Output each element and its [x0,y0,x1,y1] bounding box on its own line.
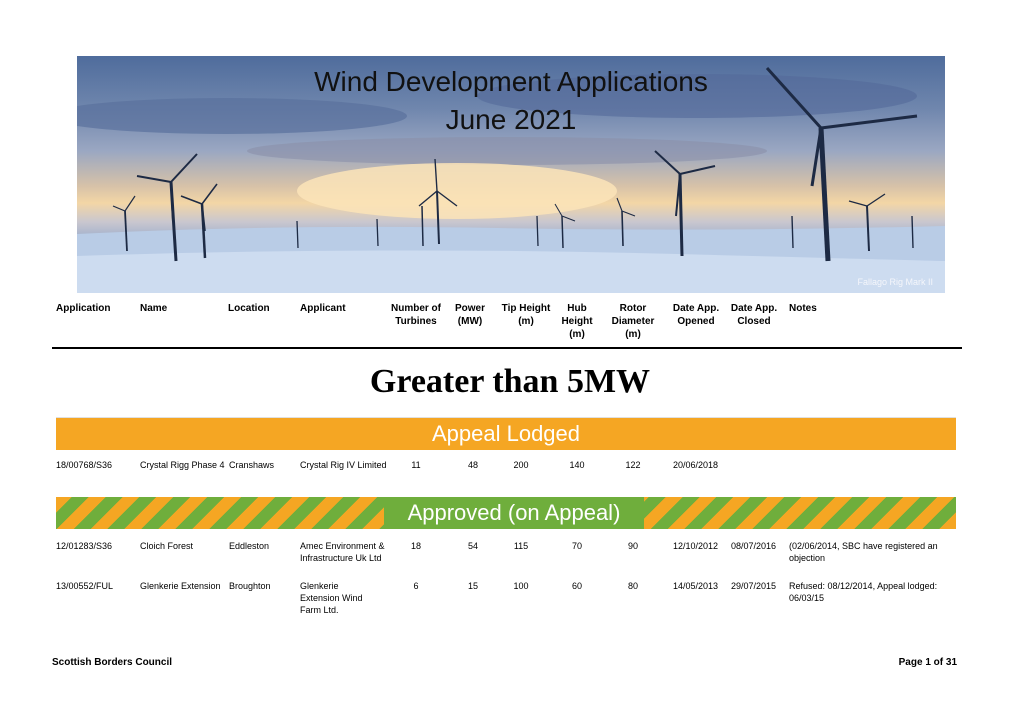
cell-location: Broughton [229,581,271,591]
cell-power: 54 [467,541,478,551]
footer-page-number: Page 1 of 31 [898,657,957,668]
column-header-name: Name [140,303,168,314]
cell-application: 13/00552/FUL [56,581,114,591]
cell-rotor-diameter: 80 [627,581,638,591]
cell-turbines: 6 [413,581,419,591]
document-subtitle: June 2021 [445,104,577,135]
cell-date-closed: 08/07/2016 [731,541,777,551]
cell-hub-height: 140 [569,460,585,470]
cell-rotor-diameter: 90 [627,541,638,551]
cell-date-opened: 12/10/2012 [673,541,719,551]
cell-tip-height: 200 [513,460,529,470]
column-header-applicant: Applicant [300,303,346,314]
cell-hub-height: 70 [571,541,582,551]
cell-date-opened: 14/05/2013 [673,581,719,591]
cell-location: Cranshaws [229,460,275,470]
image-caption: Fallago Rig Mark II [857,277,933,287]
cell-turbines: 18 [410,541,421,551]
column-header-tip-height: Tip Height (m) [501,303,551,327]
cell-tip-height: 115 [513,541,529,551]
cell-applicant: Crystal Rig IV Limited [300,460,387,470]
cell-power: 15 [467,581,478,591]
document-title: Wind Development Applications [314,66,708,97]
column-header-date-closed: Date App. Closed [730,303,778,327]
column-header-power: Power (MW) [454,303,485,327]
column-header-hub-height: Hub Height (m) [561,303,593,340]
cell-applicant: Glenkerie Extension Wind Farm Ltd. [300,581,363,615]
column-header-application: Application [56,303,111,314]
header-divider [52,347,962,349]
cell-applicant: Amec Environment & Infrastructure Uk Ltd [300,541,385,563]
column-header-notes: Notes [789,303,817,314]
cell-notes: (02/06/2014, SBC have registered an obje… [789,541,938,563]
cell-name: Crystal Rigg Phase 4 [140,460,225,470]
cell-location: Eddleston [229,541,270,551]
cell-power: 48 [467,460,478,470]
column-header-rotor-diameter: Rotor Diameter (m) [611,303,655,340]
section-title: Greater than 5MW [369,363,651,400]
cell-date-opened: 20/06/2018 [673,460,719,470]
cell-hub-height: 60 [571,581,582,591]
group-label: Approved (on Appeal) [407,500,621,525]
cell-date-closed: 29/07/2015 [731,581,777,591]
column-header-date-opened: Date App. Opened [672,303,720,327]
group-banner-approved-on-appeal: Approved (on Appeal) [56,497,956,529]
group-label-box: Approved (on Appeal) [384,497,644,529]
group-banner-appeal-lodged: Appeal Lodged [56,417,956,450]
cell-name: Glenkerie Extension [140,581,221,591]
cell-application: 18/00768/S36 [56,460,113,470]
cell-name: Cloich Forest [140,541,194,551]
cell-tip-height: 100 [513,581,529,591]
cell-rotor-diameter: 122 [625,460,641,470]
cell-notes: Refused: 08/12/2014, Appeal lodged: 06/0… [789,581,938,603]
cell-application: 12/01283/S36 [56,541,113,551]
footer-organization: Scottish Borders Council [52,657,173,668]
cell-turbines: 11 [411,460,421,470]
group-label: Appeal Lodged [431,421,581,446]
column-header-turbines: Number of Turbines [391,303,441,327]
cover-banner: Wind Development Applications June 2021 … [77,56,945,293]
column-header-location: Location [228,303,270,314]
